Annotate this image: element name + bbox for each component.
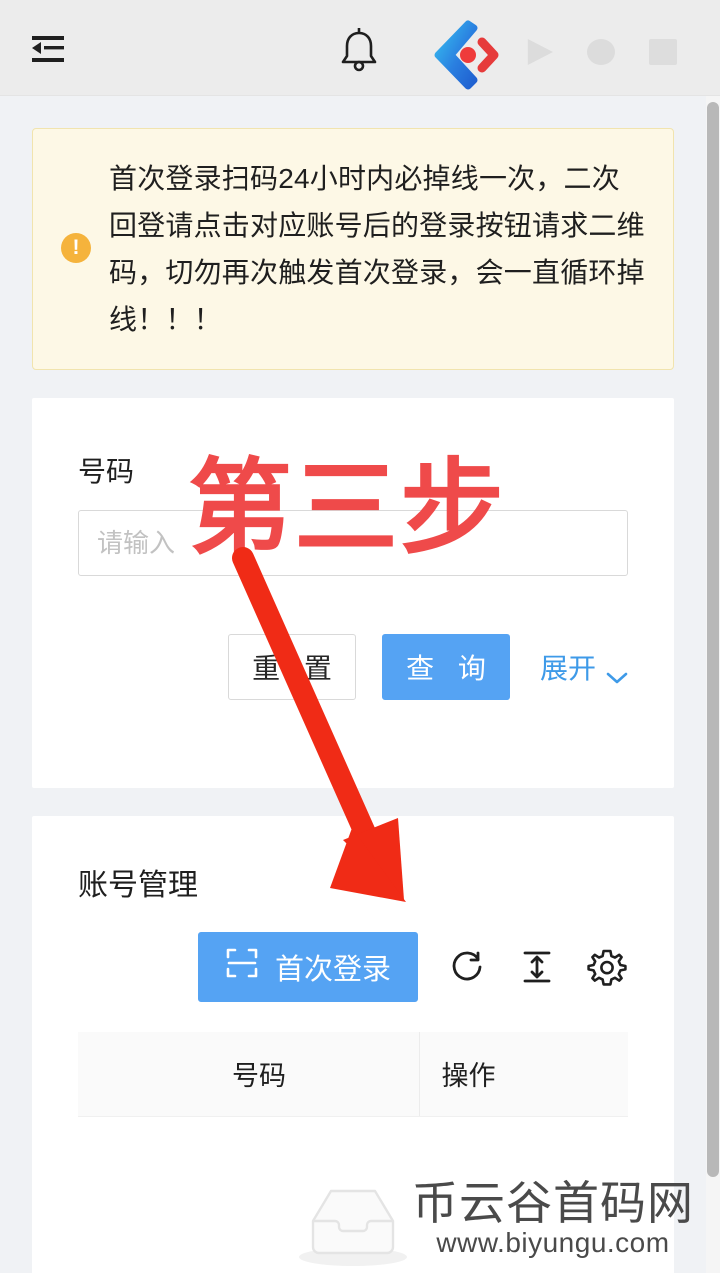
reset-button[interactable]: 重 置 (227, 634, 356, 700)
gear-icon[interactable] (586, 946, 628, 988)
account-management-card: 账号管理 首次登录 号码 操作 (32, 816, 674, 1273)
first-login-button[interactable]: 首次登录 (197, 932, 418, 1002)
query-button[interactable]: 查 询 (381, 634, 510, 700)
reload-icon[interactable] (446, 946, 488, 988)
scan-icon (225, 946, 259, 988)
first-login-label: 首次登录 (274, 954, 391, 986)
number-search-input[interactable] (78, 510, 628, 576)
table-header-operation[interactable]: 操作 (418, 1032, 628, 1117)
number-field-label: 号码 (78, 456, 135, 487)
expand-filters-label: 展开 (539, 653, 596, 684)
table-header-number[interactable]: 号码 (78, 1032, 419, 1117)
table-empty-state (78, 1117, 628, 1273)
table-toolbar: 首次登录 (78, 932, 628, 1002)
chevron-down-icon (606, 660, 628, 684)
table-header-number-label: 号码 (232, 1061, 286, 1092)
warning-alert: ! 首次登录扫码24小时内必掉线一次，二次回登请点击对应账号后的登录按钮请求二维… (32, 128, 674, 370)
menu-fold-icon[interactable] (30, 34, 66, 64)
page-content: ! 首次登录扫码24小时内必掉线一次，二次回登请点击对应账号后的登录按钮请求二维… (0, 96, 706, 1273)
warning-circle-icon: ! (61, 233, 91, 263)
bell-icon[interactable] (337, 26, 381, 74)
avatar-ghost-icon (587, 39, 615, 65)
app-logo-icon[interactable] (430, 20, 506, 90)
grid-ghost-icon (649, 39, 677, 65)
table-header-row: 号码 操作 (78, 1032, 628, 1117)
accounts-table: 号码 操作 (78, 1032, 628, 1117)
expand-filters-link[interactable]: 展开 (540, 647, 628, 687)
play-ghost-icon (527, 39, 553, 65)
search-form-card: 号码 重 置 查 询 展开 (32, 398, 674, 788)
header-ghost-icons (525, 30, 695, 74)
search-button-row: 重 置 查 询 展开 (78, 634, 628, 700)
page-scrollbar-thumb[interactable] (707, 102, 719, 1177)
column-height-icon[interactable] (516, 946, 558, 988)
app-header (0, 0, 720, 96)
alert-message: 首次登录扫码24小时内必掉线一次，二次回登请点击对应账号后的登录按钮请求二维码，… (109, 163, 645, 335)
empty-inbox-icon (289, 1165, 417, 1273)
account-panel-title: 账号管理 (78, 869, 198, 902)
app-root: ! 首次登录扫码24小时内必掉线一次，二次回登请点击对应账号后的登录按钮请求二维… (0, 0, 720, 1273)
table-header-operation-label: 操作 (441, 1061, 496, 1092)
